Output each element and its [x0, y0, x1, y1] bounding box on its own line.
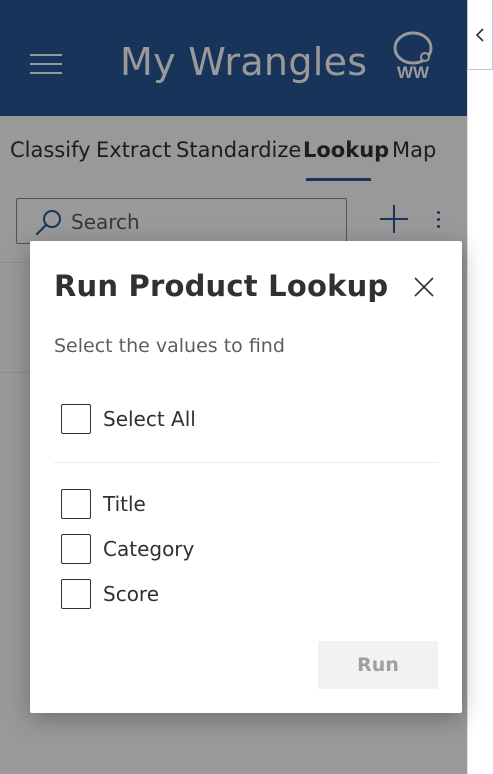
divider	[54, 462, 439, 463]
dialog-title: Run Product Lookup	[54, 269, 389, 303]
select-all-label: Select All	[103, 407, 196, 431]
option-category-checkbox[interactable]: Category	[61, 533, 241, 565]
checkbox-box[interactable]	[61, 404, 91, 434]
run-lookup-dialog: Run Product Lookup Select the values to …	[30, 241, 462, 713]
close-icon	[414, 277, 434, 297]
checkbox-box[interactable]	[61, 534, 91, 564]
option-score-checkbox[interactable]: Score	[61, 578, 221, 610]
dialog-subtitle: Select the values to find	[54, 335, 285, 357]
run-button[interactable]: Run	[318, 641, 438, 689]
select-all-checkbox[interactable]: Select All	[61, 403, 261, 435]
option-title-checkbox[interactable]: Title	[61, 488, 221, 520]
checkbox-box[interactable]	[61, 579, 91, 609]
option-label: Title	[103, 492, 146, 516]
collapse-pane-button[interactable]	[467, 0, 493, 70]
option-label: Category	[103, 537, 195, 561]
close-button[interactable]	[412, 275, 436, 299]
option-label: Score	[103, 582, 160, 606]
checkbox-box[interactable]	[61, 489, 91, 519]
side-strip	[467, 0, 493, 774]
chevron-left-icon	[475, 28, 484, 42]
